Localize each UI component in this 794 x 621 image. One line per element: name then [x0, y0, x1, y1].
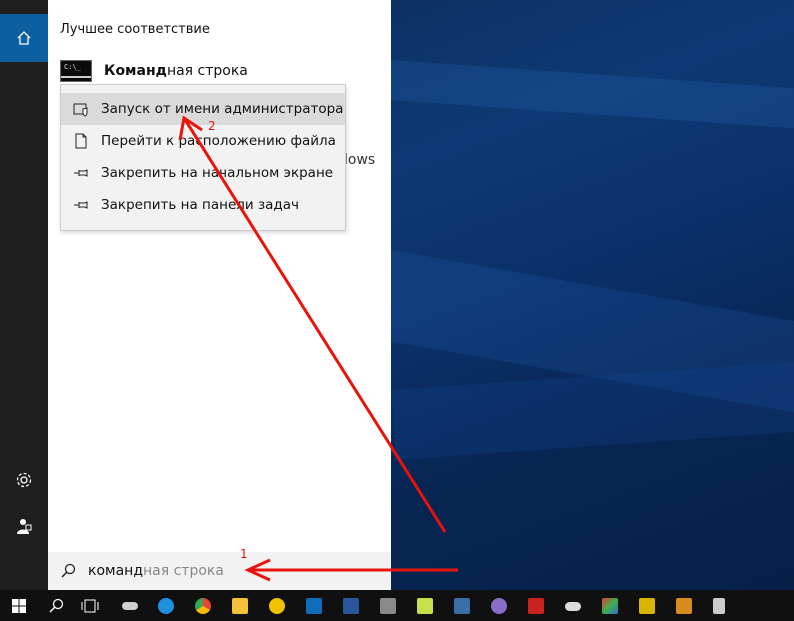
taskbar-app[interactable]	[522, 593, 550, 619]
start-button[interactable]	[5, 593, 33, 619]
search-box[interactable]: команд ная строка	[48, 552, 391, 590]
gear-icon	[16, 472, 32, 488]
user-button[interactable]	[12, 514, 36, 538]
png-icon	[380, 598, 396, 614]
search-typed-text: команд	[88, 563, 143, 579]
step-2-label: 2	[208, 119, 216, 133]
best-match-heading: Лучшее соответствие	[60, 22, 210, 37]
taskbar	[0, 590, 794, 621]
taskbar-app[interactable]	[374, 593, 402, 619]
run-as-admin-label: Запуск от имени администратора	[101, 101, 344, 117]
search-suggestion-text: ная строка	[143, 563, 224, 579]
paint-icon	[602, 598, 618, 614]
filezilla-icon	[528, 598, 544, 614]
start-icon	[12, 599, 26, 613]
box-icon	[676, 598, 692, 614]
task-view-button[interactable]	[76, 593, 104, 619]
media-icon	[491, 598, 507, 614]
taskbar-app[interactable]	[485, 593, 513, 619]
wallpaper-light	[388, 60, 794, 135]
pin-icon	[61, 165, 101, 181]
file-location-icon	[61, 133, 101, 149]
open-file-location-item[interactable]: Перейти к расположению файла	[61, 125, 345, 157]
step-1-label: 1	[240, 547, 248, 561]
pin-to-start-label: Закрепить на начальном экране	[101, 165, 334, 181]
cloud-icon	[122, 602, 138, 610]
shield-window-icon	[61, 101, 101, 117]
pin-to-taskbar-label: Закрепить на панели задач	[101, 197, 300, 213]
taskbar-app[interactable]	[226, 593, 254, 619]
taskbar-app[interactable]	[633, 593, 661, 619]
settings-button[interactable]	[12, 468, 36, 492]
calculator-icon	[713, 598, 725, 614]
search-icon	[49, 598, 64, 613]
pin-to-start-item[interactable]: Закрепить на начальном экране	[61, 157, 345, 189]
user-icon	[17, 519, 32, 534]
search-icon	[48, 563, 88, 579]
taskbar-app[interactable]	[152, 593, 180, 619]
eye-icon	[565, 601, 581, 611]
command-prompt-icon: C:\_	[60, 60, 92, 82]
open-file-location-label: Перейти к расположению файла	[101, 133, 336, 149]
edge-icon	[158, 598, 174, 614]
taskbar-app[interactable]	[189, 593, 217, 619]
taskbar-app[interactable]	[448, 593, 476, 619]
taskbar-app[interactable]	[705, 593, 733, 619]
home-icon	[17, 31, 31, 45]
obscured-result-text: lows	[344, 152, 376, 168]
outlook-icon	[306, 598, 322, 614]
chrome-icon	[195, 598, 211, 614]
context-menu: Запуск от имени администратора Перейти к…	[60, 84, 346, 231]
editor-icon	[454, 598, 470, 614]
task-view-icon	[81, 599, 99, 613]
taskbar-app[interactable]	[596, 593, 624, 619]
triangle-app-icon	[269, 598, 285, 614]
run-as-admin-item[interactable]: Запуск от имени администратора	[61, 93, 345, 125]
best-match-result[interactable]: C:\_ Командная строка	[60, 58, 248, 84]
taskbar-app[interactable]	[337, 593, 365, 619]
taskbar-app[interactable]	[263, 593, 291, 619]
pin-to-taskbar-item[interactable]: Закрепить на панели задач	[61, 189, 345, 221]
home-button[interactable]	[0, 14, 48, 62]
taskbar-app[interactable]	[300, 593, 328, 619]
notepad-icon	[417, 598, 433, 614]
taskbar-app[interactable]	[116, 593, 144, 619]
start-rail	[0, 0, 48, 590]
word-icon	[343, 598, 359, 614]
file-explorer-icon	[232, 598, 248, 614]
pin-icon	[61, 197, 101, 213]
taskbar-search-button[interactable]	[42, 593, 70, 619]
taskbar-app[interactable]	[559, 593, 587, 619]
best-match-label: Командная строка	[104, 63, 248, 79]
taskbar-app[interactable]	[411, 593, 439, 619]
taskbar-app[interactable]	[670, 593, 698, 619]
network-icon	[639, 598, 655, 614]
